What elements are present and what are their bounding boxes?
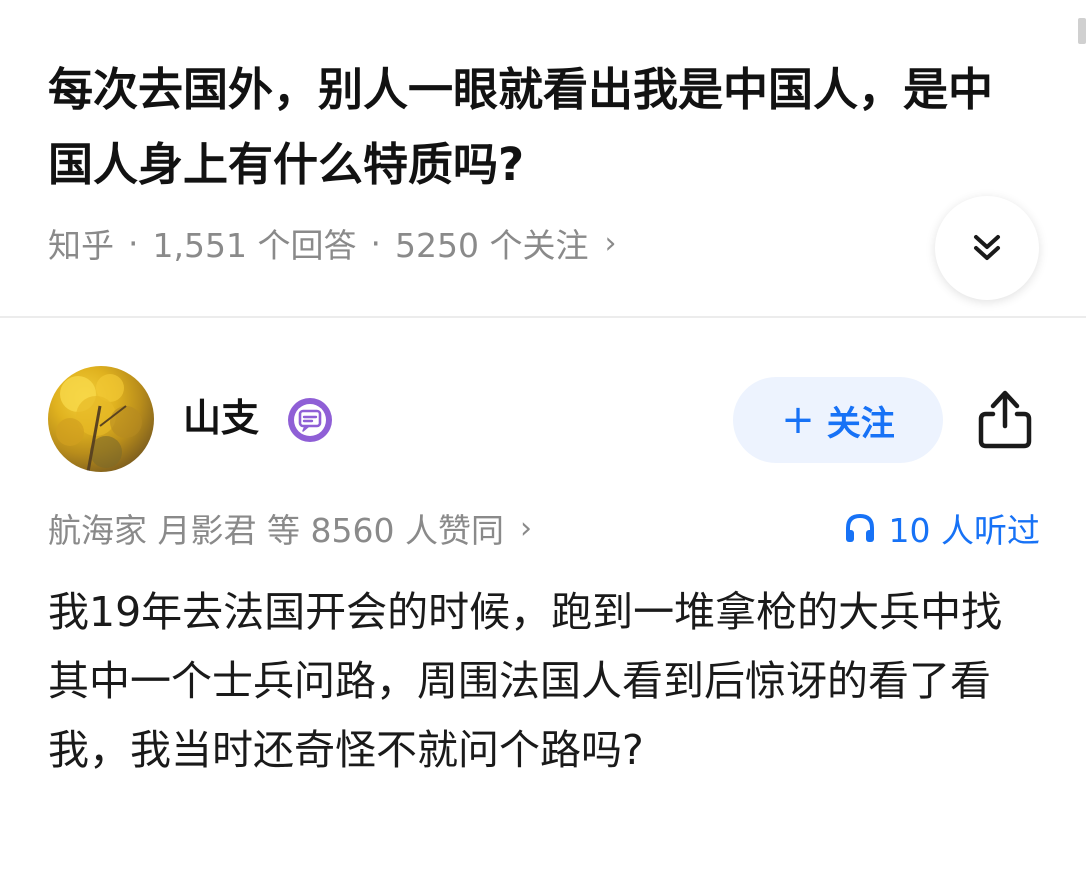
avatar-image bbox=[56, 374, 142, 472]
question-meta[interactable]: 知乎 · 1,551 个回答 · 5250 个关注 › bbox=[48, 218, 616, 268]
chevron-right-icon: › bbox=[519, 510, 532, 546]
meta-separator: · bbox=[128, 223, 139, 263]
upvote-summary[interactable]: 航海家 月影君 等 8560 人赞同 › bbox=[48, 503, 532, 553]
source-label: 知乎 bbox=[48, 226, 114, 265]
headphones-icon bbox=[845, 513, 874, 542]
author-name[interactable]: 山支 bbox=[183, 392, 259, 444]
answers-count: 1,551 个回答 bbox=[152, 226, 357, 265]
message-badge-icon[interactable] bbox=[286, 396, 334, 444]
scrollbar-indicator[interactable] bbox=[1078, 18, 1086, 44]
chevron-right-icon: › bbox=[604, 225, 617, 261]
upvote-text: 航海家 月影君 等 8560 人赞同 bbox=[48, 511, 504, 550]
meta-separator: · bbox=[370, 223, 381, 263]
listen-button[interactable]: 10 人听过 bbox=[843, 503, 1040, 553]
follow-label: 关注 bbox=[826, 403, 895, 444]
plus-icon: + bbox=[781, 397, 815, 443]
follow-button[interactable]: + 关注 bbox=[733, 377, 943, 463]
answer-body[interactable]: 我19年去法国开会的时候，跑到一堆拿枪的大兵中找其中一个士兵问路，周围法国人看到… bbox=[48, 578, 1038, 785]
section-divider bbox=[0, 316, 1086, 318]
share-icon[interactable] bbox=[976, 386, 1034, 450]
expand-button[interactable] bbox=[935, 196, 1039, 300]
listen-count: 10 人听过 bbox=[888, 511, 1040, 550]
question-title[interactable]: 每次去国外，别人一眼就看出我是中国人，是中国人身上有什么特质吗? bbox=[48, 52, 1008, 202]
avatar[interactable] bbox=[48, 366, 154, 472]
followers-count: 5250 个关注 bbox=[394, 226, 589, 265]
double-chevron-down-icon bbox=[974, 235, 1000, 260]
